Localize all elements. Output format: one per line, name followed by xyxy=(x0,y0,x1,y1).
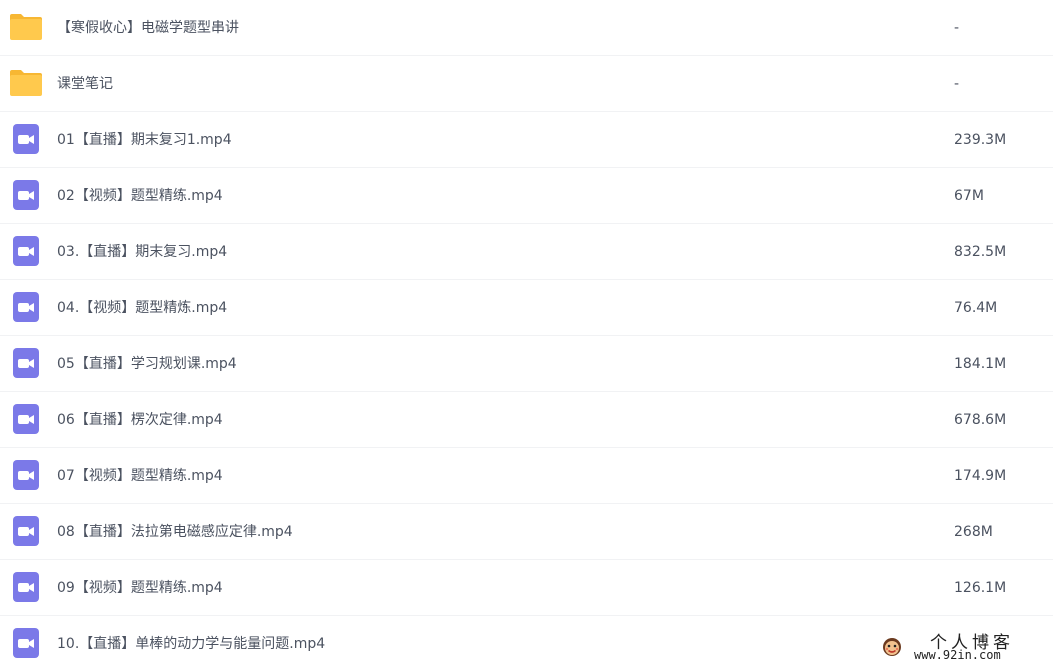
file-row[interactable]: 08【直播】法拉第电磁感应定律.mp4 268M xyxy=(0,504,1053,560)
file-size: 126.1M xyxy=(954,580,1007,596)
file-name[interactable]: 02【视频】题型精练.mp4 xyxy=(57,168,223,224)
watermark-url: www.92in.com xyxy=(914,648,1001,662)
file-name[interactable]: 06【直播】楞次定律.mp4 xyxy=(57,392,223,448)
file-size: 184.1M xyxy=(954,356,1007,372)
video-file-icon xyxy=(10,348,42,378)
file-row[interactable]: 07【视频】题型精练.mp4 174.9M xyxy=(0,448,1053,504)
file-row[interactable]: 01【直播】期末复习1.mp4 239.3M xyxy=(0,112,1053,168)
file-row[interactable]: 【寒假收心】电磁学题型串讲 - xyxy=(0,0,1053,56)
file-size: - xyxy=(954,20,960,36)
file-name[interactable]: 10.【直播】单棒的动力学与能量问题.mp4 xyxy=(57,616,325,672)
video-file-icon xyxy=(10,180,42,210)
video-file-icon xyxy=(10,404,42,434)
file-name[interactable]: 04.【视频】题型精炼.mp4 xyxy=(57,280,227,336)
video-file-icon xyxy=(10,292,42,322)
file-size: - xyxy=(954,76,960,92)
cartoon-face-icon xyxy=(880,634,904,658)
file-name[interactable]: 05【直播】学习规划课.mp4 xyxy=(57,336,237,392)
file-size: 678.6M xyxy=(954,412,1007,428)
file-size: 832.5M xyxy=(954,244,1007,260)
blog-watermark: 个人博客 www.92in.com xyxy=(878,626,1048,666)
video-file-icon xyxy=(10,460,42,490)
video-file-icon xyxy=(10,572,42,602)
file-name[interactable]: 01【直播】期末复习1.mp4 xyxy=(57,112,232,168)
file-row[interactable]: 02【视频】题型精练.mp4 67M xyxy=(0,168,1053,224)
folder-icon xyxy=(10,12,42,42)
file-row[interactable]: 09【视频】题型精练.mp4 126.1M xyxy=(0,560,1053,616)
video-file-icon xyxy=(10,236,42,266)
folder-icon xyxy=(10,68,42,98)
file-size: 268M xyxy=(954,524,993,540)
file-name[interactable]: 课堂笔记 xyxy=(57,56,113,112)
file-size: 174.9M xyxy=(954,468,1007,484)
file-size: 239.3M xyxy=(954,132,1007,148)
file-size: 67M xyxy=(954,188,984,204)
video-file-icon xyxy=(10,124,42,154)
file-list: 【寒假收心】电磁学题型串讲 - 课堂笔记 - 01【直播】期末复习1.mp4 2… xyxy=(0,0,1053,672)
file-name[interactable]: 08【直播】法拉第电磁感应定律.mp4 xyxy=(57,504,293,560)
file-name[interactable]: 07【视频】题型精练.mp4 xyxy=(57,448,223,504)
file-row[interactable]: 04.【视频】题型精炼.mp4 76.4M xyxy=(0,280,1053,336)
file-name[interactable]: 【寒假收心】电磁学题型串讲 xyxy=(57,0,239,56)
file-row[interactable]: 课堂笔记 - xyxy=(0,56,1053,112)
file-row[interactable]: 03.【直播】期末复习.mp4 832.5M xyxy=(0,224,1053,280)
file-name[interactable]: 09【视频】题型精练.mp4 xyxy=(57,560,223,616)
video-file-icon xyxy=(10,628,42,658)
file-row[interactable]: 05【直播】学习规划课.mp4 184.1M xyxy=(0,336,1053,392)
file-name[interactable]: 03.【直播】期末复习.mp4 xyxy=(57,224,227,280)
file-row[interactable]: 06【直播】楞次定律.mp4 678.6M xyxy=(0,392,1053,448)
file-size: 76.4M xyxy=(954,300,998,316)
video-file-icon xyxy=(10,516,42,546)
